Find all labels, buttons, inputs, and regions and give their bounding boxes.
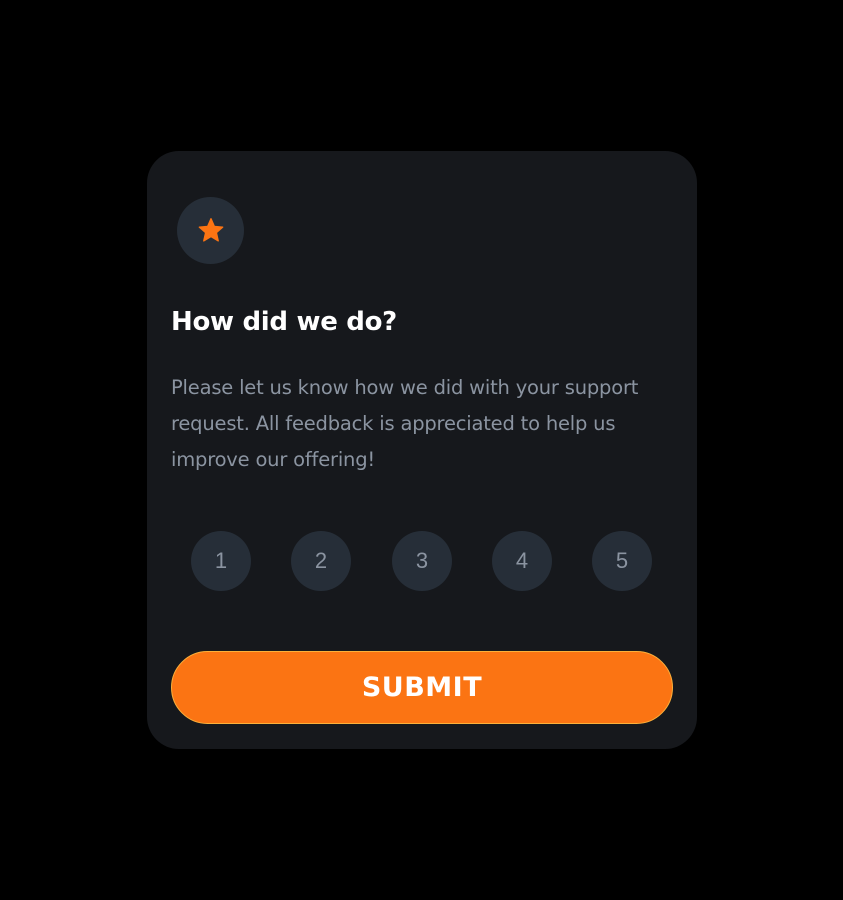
card-title: How did we do?	[171, 307, 397, 337]
rating-option-3[interactable]: 3	[392, 531, 452, 591]
rating-option-1[interactable]: 1	[191, 531, 251, 591]
rating-option-2[interactable]: 2	[291, 531, 351, 591]
rating-options: 1 2 3 4 5	[191, 531, 653, 591]
star-badge	[177, 197, 244, 264]
rating-card: How did we do? Please let us know how we…	[147, 151, 697, 749]
card-description: Please let us know how we did with your …	[171, 376, 639, 471]
star-icon	[198, 218, 223, 242]
rating-option-4[interactable]: 4	[492, 531, 552, 591]
submit-button[interactable]: SUBMIT	[171, 651, 673, 724]
rating-option-5[interactable]: 5	[592, 531, 652, 591]
